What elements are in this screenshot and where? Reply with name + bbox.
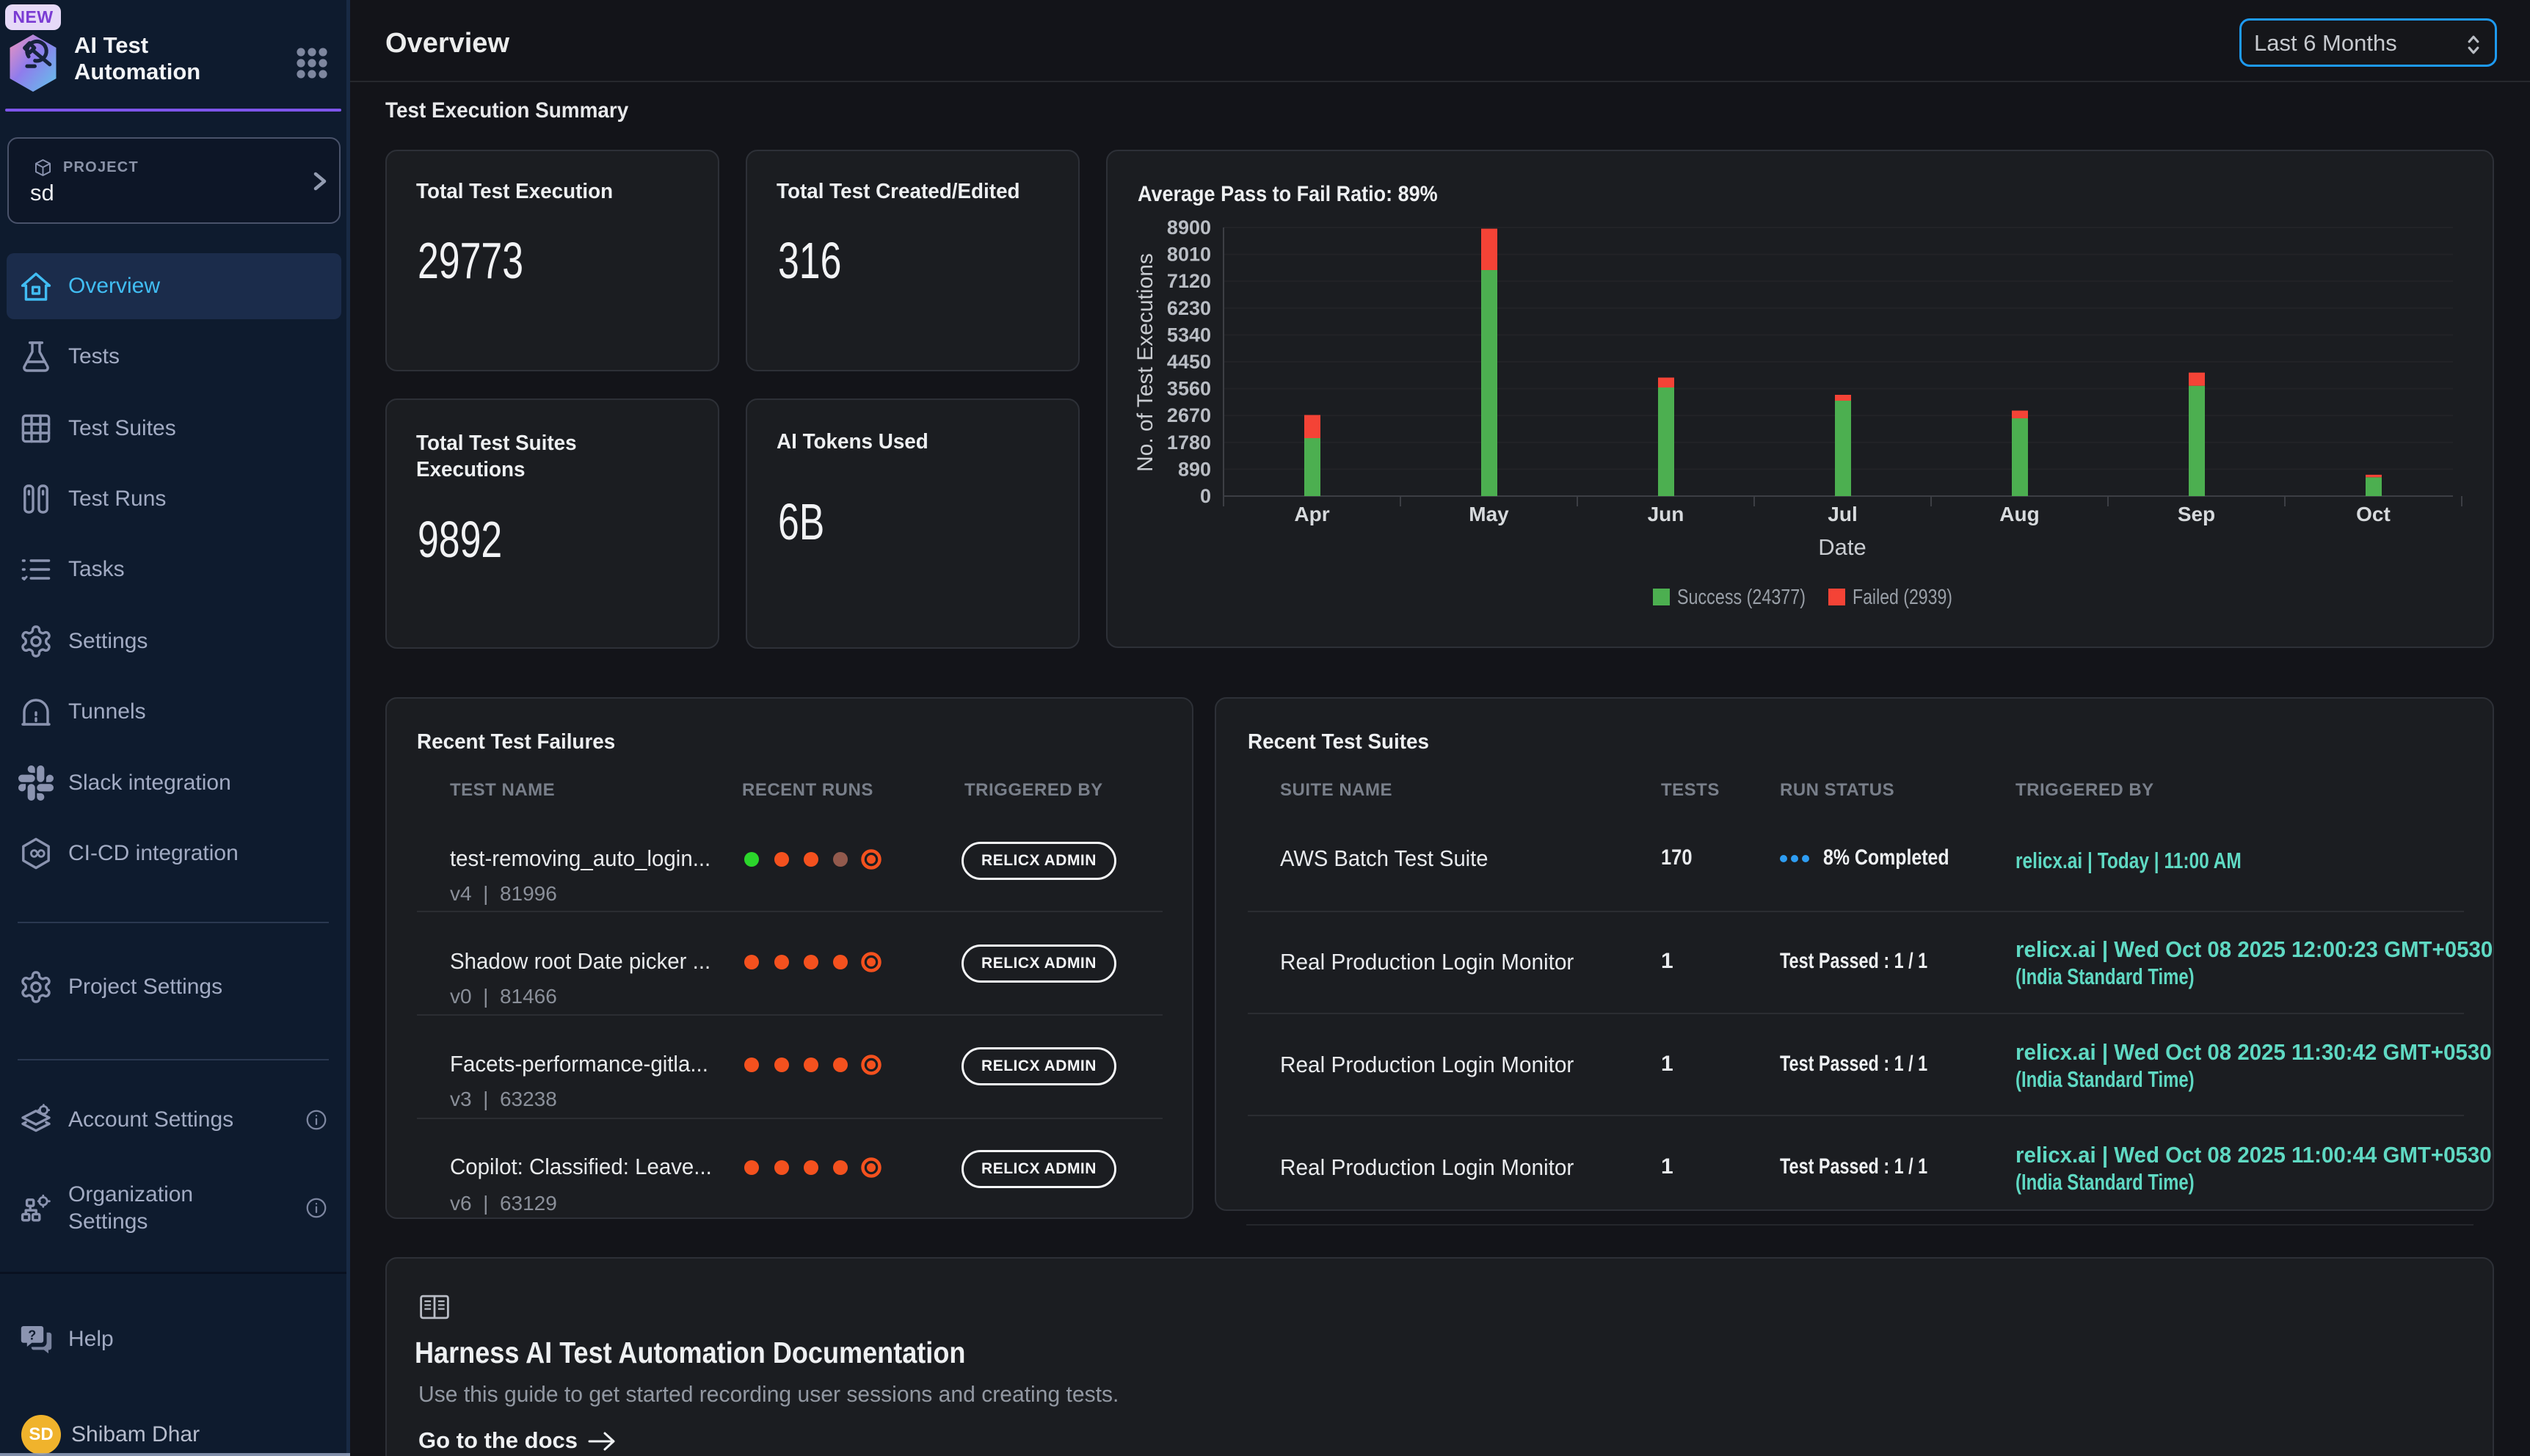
- svg-text:2670: 2670: [1167, 404, 1211, 426]
- svg-text:4450: 4450: [1167, 351, 1211, 373]
- svg-text:7120: 7120: [1167, 270, 1211, 292]
- svg-text:Success (24377): Success (24377): [1677, 586, 1806, 609]
- svg-text:5340: 5340: [1167, 324, 1211, 346]
- svg-text:0: 0: [1200, 485, 1211, 507]
- svg-text:Oct: Oct: [2356, 503, 2391, 525]
- svg-text:8010: 8010: [1167, 244, 1211, 266]
- svg-text:Aug: Aug: [1999, 503, 2039, 525]
- svg-text:8900: 8900: [1167, 216, 1211, 239]
- svg-text:Failed (2939): Failed (2939): [1853, 586, 1952, 609]
- svg-text:May: May: [1469, 503, 1509, 525]
- svg-text:1780: 1780: [1167, 432, 1211, 454]
- svg-text:?: ?: [28, 1328, 36, 1343]
- svg-text:Sep: Sep: [2178, 503, 2215, 525]
- svg-text:Jun: Jun: [1648, 503, 1684, 525]
- svg-text:Apr: Apr: [1294, 503, 1329, 525]
- svg-text:No. of Test Executions: No. of Test Executions: [1133, 253, 1157, 472]
- svg-text:890: 890: [1178, 458, 1211, 480]
- svg-text:6230: 6230: [1167, 297, 1211, 319]
- svg-text:Jul: Jul: [1828, 503, 1857, 525]
- svg-text:3560: 3560: [1167, 378, 1211, 400]
- svg-text:Date: Date: [1818, 534, 1866, 560]
